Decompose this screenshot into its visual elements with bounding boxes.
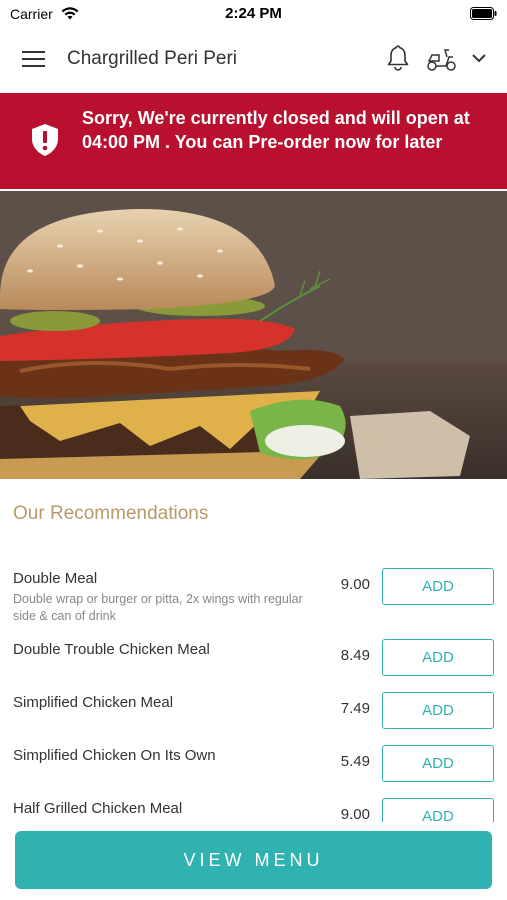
status-time: 2:24 PM bbox=[225, 5, 282, 22]
item-price: 9.00 bbox=[340, 806, 370, 822]
hero-image bbox=[0, 191, 507, 479]
list-item[interactable]: Half Grilled Chicken Meal 9.00 ADD bbox=[0, 791, 507, 822]
scooter-icon[interactable] bbox=[426, 46, 458, 72]
item-name: Double Meal bbox=[13, 570, 98, 587]
section-title-recommendations: Our Recommendations bbox=[13, 503, 209, 524]
closed-message: Sorry, We're currently closed and will o… bbox=[82, 108, 470, 152]
item-name: Half Grilled Chicken Meal bbox=[13, 800, 183, 817]
list-item[interactable]: Double Trouble Chicken Meal 8.49 ADD bbox=[0, 632, 507, 682]
item-name: Simplified Chicken On Its Own bbox=[13, 747, 216, 764]
list-item[interactable]: Simplified Chicken Meal 7.49 ADD bbox=[0, 685, 507, 735]
battery-icon bbox=[470, 7, 497, 20]
item-price: 5.49 bbox=[340, 753, 370, 770]
add-button[interactable]: ADD bbox=[382, 692, 494, 729]
status-bar: Carrier 2:24 PM bbox=[0, 0, 507, 27]
recommendations-list: Double Meal Double wrap or burger or pit… bbox=[0, 560, 507, 822]
burger-illustration bbox=[0, 191, 507, 479]
closed-banner: Sorry, We're currently closed and will o… bbox=[0, 93, 507, 189]
list-item[interactable]: Double Meal Double wrap or burger or pit… bbox=[0, 560, 507, 630]
item-price: 8.49 bbox=[340, 647, 370, 664]
bell-icon[interactable] bbox=[386, 44, 410, 72]
item-price: 7.49 bbox=[340, 700, 370, 717]
item-description: Double wrap or burger or pitta, 2x wings… bbox=[13, 592, 303, 623]
item-name: Double Trouble Chicken Meal bbox=[13, 641, 210, 658]
add-button[interactable]: ADD bbox=[382, 639, 494, 676]
page-title: Chargrilled Peri Peri bbox=[67, 48, 238, 69]
shield-icon bbox=[32, 124, 58, 156]
item-price: 9.00 bbox=[340, 576, 370, 593]
add-button[interactable]: ADD bbox=[382, 745, 494, 782]
view-menu-button[interactable]: VIEW MENU bbox=[15, 831, 492, 889]
add-button[interactable]: ADD bbox=[382, 568, 494, 605]
chevron-down-icon[interactable] bbox=[470, 51, 488, 65]
menu-icon[interactable] bbox=[22, 49, 46, 69]
add-button[interactable]: ADD bbox=[382, 798, 494, 822]
nav-bar: Chargrilled Peri Peri bbox=[0, 27, 507, 91]
item-name: Simplified Chicken Meal bbox=[13, 694, 174, 711]
list-item[interactable]: Simplified Chicken On Its Own 5.49 ADD bbox=[0, 738, 507, 788]
